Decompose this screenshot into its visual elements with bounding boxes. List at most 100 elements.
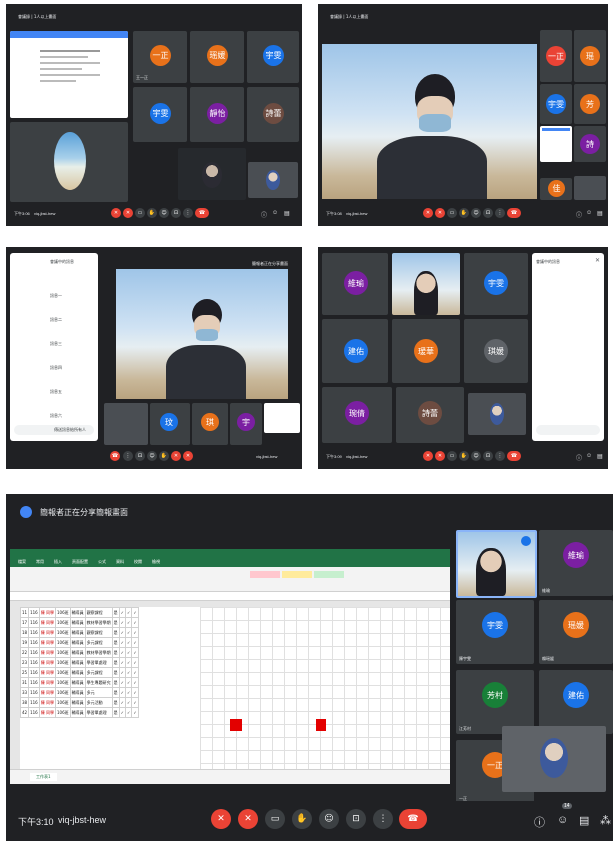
table-cell[interactable]: 陳 同學 xyxy=(38,677,57,688)
present-button[interactable]: ⊡ xyxy=(346,809,366,829)
table-cell[interactable]: 是 xyxy=(111,657,120,668)
more-options-button[interactable]: ⋮ xyxy=(495,208,505,218)
camera-off-button[interactable]: ✕ xyxy=(435,451,445,461)
table-cell[interactable]: 學習單處理 xyxy=(84,657,113,668)
camera-off-button[interactable]: ✕ xyxy=(171,451,181,461)
table-cell[interactable]: 106班 xyxy=(55,627,71,638)
table-cell[interactable]: 陳 同學 xyxy=(38,687,57,698)
leave-call-button[interactable]: ☎ xyxy=(507,451,521,461)
present-button[interactable]: ⊡ xyxy=(483,208,493,218)
table-cell[interactable]: 是 xyxy=(111,697,120,708)
table-cell[interactable]: 輔導員 xyxy=(69,637,86,648)
emoji-button[interactable]: ☺ xyxy=(159,208,169,218)
table-cell[interactable]: 輔導員 xyxy=(69,607,86,618)
participant-tile[interactable]: 靜怡 xyxy=(190,87,244,142)
table-cell[interactable]: ✓ xyxy=(131,697,139,708)
participant-tile[interactable]: 一正 xyxy=(540,30,572,82)
table-cell[interactable]: 輔導員 xyxy=(69,627,86,638)
table-cell[interactable]: 116 xyxy=(28,657,40,668)
chat-icon[interactable]: ▤ xyxy=(284,210,290,217)
table-cell[interactable]: ✓ xyxy=(131,687,139,698)
table-cell[interactable]: 陳 同學 xyxy=(38,667,57,678)
participant-tile[interactable]: 維瑜 維瑜 xyxy=(539,530,613,596)
ribbon-tab[interactable]: 公式 xyxy=(98,559,106,567)
info-icon[interactable]: ⓘ xyxy=(534,814,545,830)
self-view-tile[interactable] xyxy=(104,403,148,445)
present-button[interactable]: ⊡ xyxy=(483,451,493,461)
table-cell[interactable]: 33 xyxy=(19,687,30,698)
people-icon[interactable]: ☺ xyxy=(586,210,592,216)
captions-button[interactable]: ▭ xyxy=(135,208,145,218)
table-cell[interactable]: 22 xyxy=(19,647,30,658)
table-cell[interactable]: 是 xyxy=(111,667,120,678)
participant-tile[interactable]: 玟 xyxy=(150,403,190,445)
table-cell[interactable]: 學生專題研究 xyxy=(84,677,113,688)
table-cell[interactable]: 陳 同學 xyxy=(38,627,57,638)
table-cell[interactable]: 31 xyxy=(19,677,30,688)
main-video[interactable] xyxy=(322,44,537,199)
present-button[interactable]: ⊡ xyxy=(171,208,181,218)
raise-hand-button[interactable]: ✋ xyxy=(147,208,157,218)
participant-tile[interactable]: 詩 xyxy=(574,126,606,162)
chat-icon[interactable]: ▤ xyxy=(579,814,589,827)
ribbon-tab[interactable]: 頁面配置 xyxy=(72,559,88,567)
table-cell[interactable]: 106班 xyxy=(55,697,71,708)
mic-off-button[interactable]: ✕ xyxy=(423,451,433,461)
people-icon[interactable]: ☺ xyxy=(557,814,568,826)
table-cell[interactable]: 25 xyxy=(19,667,30,678)
participant-tile[interactable]: 宇雯 陳宇雯 xyxy=(456,600,534,664)
ribbon-tab[interactable]: 檢視 xyxy=(152,559,160,567)
participant-tile[interactable]: 瑶 xyxy=(574,30,606,82)
info-icon[interactable]: ⓘ xyxy=(576,210,582,219)
table-cell[interactable]: 多元 xyxy=(84,687,113,698)
table-cell[interactable]: 陳 同學 xyxy=(38,617,57,628)
table-cell[interactable]: 116 xyxy=(28,627,40,638)
participant-tile[interactable]: 宇雯 xyxy=(133,87,187,142)
table-cell[interactable]: 11 xyxy=(19,607,30,618)
table-cell[interactable]: ✓ xyxy=(131,647,139,658)
spreadsheet-grid[interactable]: 11 116 陳 同學 106班 輔導員 觀察課程是 ✓ ✓ ✓ 17 116 陳 同學 106班 輔導員… xyxy=(19,607,139,718)
raise-hand-button[interactable]: ✋ xyxy=(459,208,469,218)
more-options-button[interactable]: ⋮ xyxy=(373,809,393,829)
table-cell[interactable]: 觀察課程 xyxy=(84,607,113,618)
table-cell[interactable]: 38 xyxy=(19,697,30,708)
table-cell[interactable]: 116 xyxy=(28,607,40,618)
ribbon-tab[interactable]: 檔案 xyxy=(18,559,26,567)
table-cell[interactable]: 輔導員 xyxy=(69,667,86,678)
participant-tile[interactable]: 瑶媛 賴瑶媛 xyxy=(539,600,613,664)
participant-tile[interactable]: 琪 xyxy=(192,403,228,445)
mic-off-button[interactable]: ✕ xyxy=(423,208,433,218)
table-cell[interactable]: 106班 xyxy=(55,647,71,658)
highlighted-cell[interactable] xyxy=(316,719,326,731)
mic-off-button[interactable]: ✕ xyxy=(111,208,121,218)
table-cell[interactable]: 陳 同學 xyxy=(38,647,57,658)
participant-tile[interactable]: 琬倩 xyxy=(322,387,392,443)
table-cell[interactable]: 106班 xyxy=(55,607,71,618)
table-cell[interactable]: ✓ xyxy=(131,637,139,648)
table-cell[interactable]: 116 xyxy=(28,697,40,708)
table-cell[interactable]: 是 xyxy=(111,617,120,628)
table-cell[interactable]: 106班 xyxy=(55,617,71,628)
table-cell[interactable]: 陳 同學 xyxy=(38,657,57,668)
table-cell[interactable]: 106班 xyxy=(55,687,71,698)
ribbon-tab[interactable]: 資料 xyxy=(116,559,124,567)
table-cell[interactable]: 19 xyxy=(19,637,30,648)
emoji-button[interactable]: ☺ xyxy=(471,208,481,218)
table-cell[interactable]: 教材學習學期 xyxy=(84,617,113,628)
participant-tile[interactable]: 宇 xyxy=(230,403,262,445)
mic-off-button[interactable]: ✕ xyxy=(211,809,231,829)
table-cell[interactable]: 是 xyxy=(111,647,120,658)
leave-call-button[interactable]: ☎ xyxy=(399,809,427,829)
captions-button[interactable]: ▭ xyxy=(447,208,457,218)
participant-tile[interactable]: 芳村 江芳村 xyxy=(456,670,534,734)
table-cell[interactable]: 輔導員 xyxy=(69,697,86,708)
table-cell[interactable]: 輔導員 xyxy=(69,707,86,718)
close-icon[interactable]: ✕ xyxy=(595,257,600,264)
table-cell[interactable]: ✓ xyxy=(131,677,139,688)
participant-tile[interactable]: 維瑜 xyxy=(322,253,388,315)
table-cell[interactable]: ✓ xyxy=(131,707,139,718)
table-cell[interactable]: 輔導員 xyxy=(69,657,86,668)
table-cell[interactable]: 陳 同學 xyxy=(38,707,57,718)
highlighted-cell[interactable] xyxy=(230,719,242,731)
people-icon[interactable]: ☺ xyxy=(586,453,592,459)
